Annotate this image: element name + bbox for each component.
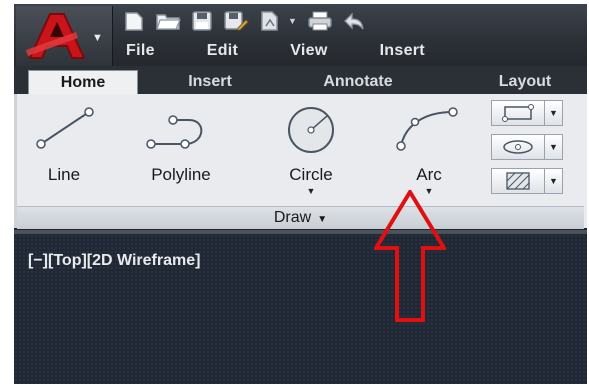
tab-annotate[interactable]: Annotate bbox=[290, 70, 426, 94]
menu-edit[interactable]: Edit bbox=[207, 42, 238, 64]
hatch-icon bbox=[491, 168, 545, 194]
polyline-tool-button[interactable]: Polyline bbox=[125, 104, 237, 185]
ellipse-icon bbox=[491, 134, 545, 160]
draw-panel: Line Polyline Circle ▼ Arc ▼ ▼ ▼ ▼ Draw … bbox=[14, 94, 587, 229]
title-bar: ▼ ▼ File Edit View Insert bbox=[14, 4, 587, 66]
menu-view[interactable]: View bbox=[290, 42, 327, 64]
save-icon[interactable] bbox=[186, 7, 218, 35]
application-menu-button[interactable]: ▼ bbox=[16, 6, 113, 66]
draw-small-tools: ▼ ▼ ▼ bbox=[491, 100, 565, 202]
ellipse-tool-button[interactable]: ▼ bbox=[491, 134, 565, 160]
autocad-logo-icon bbox=[26, 13, 86, 59]
chevron-down-icon[interactable]: ▼ bbox=[288, 16, 302, 26]
undo-icon[interactable] bbox=[338, 7, 370, 35]
tab-layout[interactable]: Layout bbox=[470, 70, 580, 94]
chevron-down-icon: ▼ bbox=[92, 32, 103, 44]
chevron-down-icon: ▼ bbox=[317, 214, 328, 225]
quick-access-toolbar: ▼ bbox=[118, 6, 370, 36]
rectangle-icon bbox=[491, 100, 545, 126]
draw-panel-title-button[interactable]: Draw ▼ bbox=[17, 206, 584, 229]
open-icon[interactable] bbox=[152, 7, 184, 35]
polyline-icon bbox=[146, 115, 203, 149]
polyline-label: Polyline bbox=[151, 165, 211, 184]
arc-icon bbox=[396, 107, 458, 151]
drawing-viewport[interactable]: [−][Top][2D Wireframe] bbox=[14, 230, 587, 384]
circle-tool-button[interactable]: Circle ▼ bbox=[269, 104, 353, 196]
menu-bar: File Edit View Insert bbox=[126, 42, 477, 64]
new-icon[interactable] bbox=[118, 7, 150, 35]
rectangle-tool-button[interactable]: ▼ bbox=[491, 100, 565, 126]
arc-tool-button[interactable]: Arc ▼ bbox=[387, 104, 471, 196]
line-label: Line bbox=[47, 165, 81, 184]
annotation-arrow-icon bbox=[374, 190, 446, 322]
print-icon[interactable] bbox=[304, 7, 336, 35]
circle-label: Circle bbox=[289, 165, 333, 184]
draw-panel-title: Draw bbox=[273, 209, 312, 226]
menu-insert[interactable]: Insert bbox=[380, 42, 425, 64]
tab-home[interactable]: Home bbox=[28, 70, 138, 95]
hatch-tool-button[interactable]: ▼ bbox=[491, 168, 565, 194]
line-icon bbox=[36, 107, 94, 149]
autocad-window: ▼ ▼ File Edit View Insert Home Insert An… bbox=[14, 4, 587, 384]
save-as-icon[interactable] bbox=[220, 7, 252, 35]
ribbon-tabs: Home Insert Annotate Layout bbox=[14, 66, 587, 95]
chevron-down-icon[interactable]: ▼ bbox=[545, 100, 563, 126]
tab-insert[interactable]: Insert bbox=[160, 70, 260, 94]
circle-icon bbox=[288, 107, 334, 153]
line-tool-button[interactable]: Line bbox=[29, 104, 99, 185]
chevron-down-icon[interactable]: ▼ bbox=[269, 186, 353, 196]
chevron-down-icon[interactable]: ▼ bbox=[545, 134, 563, 160]
viewport-controls-label[interactable]: [−][Top][2D Wireframe] bbox=[28, 252, 200, 270]
arc-label: Arc bbox=[416, 165, 442, 184]
chevron-down-icon[interactable]: ▼ bbox=[545, 168, 563, 194]
plot-icon[interactable] bbox=[254, 7, 286, 35]
menu-file[interactable]: File bbox=[126, 42, 155, 64]
